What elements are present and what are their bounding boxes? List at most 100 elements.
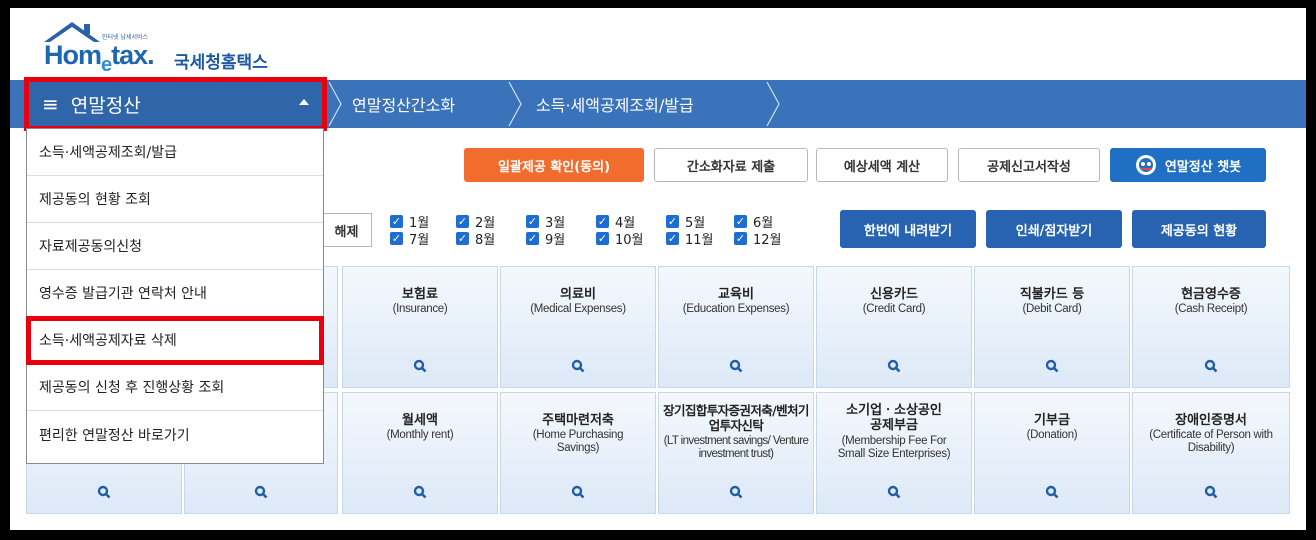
tile-subtitle: (Credit Card) [862, 303, 926, 315]
tile-title: 주택마련저축 [542, 413, 614, 428]
tile-title: 장애인증명서 [1175, 413, 1247, 428]
tile-subtitle: (Medical Expenses) [530, 303, 626, 315]
caret-up-icon [299, 99, 309, 105]
magnifier-icon [1045, 485, 1059, 499]
dropdown-item-consent-progress[interactable]: 제공동의 신청 후 진행상황 조회 [27, 364, 323, 411]
tile-monthly-rent[interactable]: 월세액 (Monthly rent) [342, 392, 498, 514]
tile-donation[interactable]: 기부금 (Donation) [974, 392, 1130, 514]
checkbox-icon: ✓ [666, 231, 679, 245]
dropdown-item-consent-status[interactable]: 제공동의 현황 조회 [27, 176, 323, 223]
dropdown-item-consent-request[interactable]: 자료제공동의신청 [27, 223, 323, 270]
hometax-logo[interactable]: 인터넷 납세서비스 Hometax. 국세청홈택스 [34, 20, 304, 80]
tile-debit-card[interactable]: 직불카드 등 (Debit Card) [974, 266, 1130, 388]
month-checkbox-10[interactable]: ✓ 10월 [596, 230, 644, 248]
menu-toggle-label: 연말정산 [70, 94, 141, 117]
menu-dropdown: 소득·세액공제조회/발급 제공동의 현황 조회 자료제공동의신청 영수증 발급기… [26, 128, 324, 464]
month-checkbox-2[interactable]: ✓ 2월 [456, 213, 495, 231]
tile-medical-expenses[interactable]: 의료비 (Medical Expenses) [500, 266, 656, 388]
download-all-button[interactable]: 한번에 내려받기 [840, 210, 976, 248]
magnifier-icon [1045, 359, 1059, 373]
month-checkbox-3[interactable]: ✓ 3월 [526, 213, 565, 231]
magnifier-icon [729, 485, 743, 499]
magnifier-icon [97, 485, 111, 499]
month-checkbox-9[interactable]: ✓ 9월 [526, 230, 565, 248]
tile-title: 소기업ㆍ소상공인 공제부금 [846, 403, 942, 433]
magnifier-icon [1204, 485, 1218, 499]
tax-estimate-button[interactable]: 예상세액 계산 [816, 148, 948, 182]
tile-lt-investment-savings[interactable]: 장기집합투자증권저축/벤처기업투자신탁 (LT investment savin… [658, 392, 814, 514]
month-checkbox-11[interactable]: ✓ 11월 [666, 230, 714, 248]
magnifier-icon [571, 485, 585, 499]
tile-title: 의료비 [560, 287, 596, 302]
dropdown-item-quick-links[interactable]: 편리한 연말정산 바로가기 [27, 411, 323, 458]
tile-subtitle: (LT investment savings/ Venture investme… [663, 435, 809, 460]
tile-title: 보험료 [402, 287, 438, 302]
logo-wordmark: Hometax. [44, 40, 155, 76]
menu-toggle-button[interactable]: ≡ 연말정산 [24, 77, 327, 131]
checkbox-icon: ✓ [734, 214, 747, 228]
tile-subtitle: (Insurance) [392, 303, 448, 315]
month-checkbox-5[interactable]: ✓ 5월 [666, 213, 705, 231]
menu-icon: ≡ [42, 92, 59, 116]
checkbox-icon: ✓ [390, 231, 403, 245]
month-checkbox-4[interactable]: ✓ 4월 [596, 213, 635, 231]
tile-disability-certificate[interactable]: 장애인증명서 (Certificate of Person with Disab… [1132, 392, 1290, 514]
tile-subtitle: (Membership Fee For Small Size Enterpris… [837, 435, 951, 460]
tile-education-expenses[interactable]: 교육비 (Education Expenses) [658, 266, 814, 388]
print-braille-button[interactable]: 인쇄/점자받기 [986, 210, 1122, 248]
deduction-form-button[interactable]: 공제신고서작성 [958, 148, 1100, 182]
magnifier-icon [729, 359, 743, 373]
checkbox-icon: ✓ [596, 231, 609, 245]
month-checkbox-6[interactable]: ✓ 6월 [734, 213, 773, 231]
tile-small-business-fee[interactable]: 소기업ㆍ소상공인 공제부금 (Membership Fee For Small … [816, 392, 972, 514]
checkbox-icon: ✓ [456, 231, 469, 245]
tile-subtitle: (Education Expenses) [682, 303, 790, 315]
tile-home-purchasing-savings[interactable]: 주택마련저축 (Home Purchasing Savings) [500, 392, 656, 514]
page: 인터넷 납세서비스 Hometax. 국세청홈택스 ≡ 연말정산 연말정산간소화… [10, 8, 1306, 530]
month-checkbox-1[interactable]: ✓ 1월 [390, 213, 429, 231]
chatbot-button[interactable]: 연말정산 챗봇 [1110, 148, 1266, 182]
breadcrumb-separator-icon [328, 81, 342, 127]
checkbox-icon: ✓ [596, 214, 609, 228]
tile-title: 직불카드 등 [1019, 287, 1085, 302]
dropdown-item-deduction-inquiry[interactable]: 소득·세액공제조회/발급 [27, 129, 323, 176]
breadcrumb-deduction-inquiry[interactable]: 소득·세액공제조회/발급 [536, 80, 694, 128]
tile-subtitle: (Cash Receipt) [1174, 303, 1248, 315]
month-checkbox-7[interactable]: ✓ 7월 [390, 230, 429, 248]
dropdown-item-issuer-contacts[interactable]: 영수증 발급기관 연락처 안내 [27, 270, 323, 317]
tile-subtitle: (Monthly rent) [386, 429, 454, 441]
tile-subtitle: (Debit Card) [1022, 303, 1082, 315]
magnifier-icon [571, 359, 585, 373]
simplified-submit-button[interactable]: 간소화자료 제출 [654, 148, 808, 182]
tile-title: 교육비 [718, 287, 754, 302]
month-checkbox-8[interactable]: ✓ 8월 [456, 230, 495, 248]
checkbox-icon: ✓ [526, 214, 539, 228]
checkbox-icon: ✓ [526, 231, 539, 245]
tile-subtitle: (Home Purchasing Savings) [532, 429, 624, 454]
magnifier-icon [413, 485, 427, 499]
breadcrumb-yearend-simplified[interactable]: 연말정산간소화 [352, 80, 455, 128]
dropdown-item-delete-deduction-data[interactable]: 소득·세액공제자료 삭제 [26, 316, 324, 365]
chatbot-icon [1135, 155, 1156, 175]
magnifier-icon [887, 359, 901, 373]
tile-title: 월세액 [402, 413, 438, 428]
tile-title: 기부금 [1034, 413, 1070, 428]
checkbox-icon: ✓ [390, 214, 403, 228]
tile-insurance[interactable]: 보험료 (Insurance) [342, 266, 498, 388]
clear-months-button[interactable]: 해제 [322, 213, 372, 247]
consent-check-button[interactable]: 일괄제공 확인(동의) [464, 148, 644, 182]
tile-cash-receipt[interactable]: 현금영수증 (Cash Receipt) [1132, 266, 1290, 388]
tile-title: 신용카드 [870, 287, 918, 302]
tile-subtitle: (Certificate of Person with Disability) [1149, 429, 1273, 454]
tile-credit-card[interactable]: 신용카드 (Credit Card) [816, 266, 972, 388]
consent-status-button[interactable]: 제공동의 현황 [1132, 210, 1266, 248]
tile-subtitle: (Donation) [1026, 429, 1078, 441]
tile-title: 장기집합투자증권저축/벤처기업투자신탁 [663, 403, 809, 433]
tile-title: 현금영수증 [1181, 287, 1241, 302]
breadcrumb-separator-icon [508, 81, 522, 127]
month-checkbox-12[interactable]: ✓ 12월 [734, 230, 782, 248]
checkbox-icon: ✓ [666, 214, 679, 228]
magnifier-icon [413, 359, 427, 373]
checkbox-icon: ✓ [734, 231, 747, 245]
magnifier-icon [887, 485, 901, 499]
